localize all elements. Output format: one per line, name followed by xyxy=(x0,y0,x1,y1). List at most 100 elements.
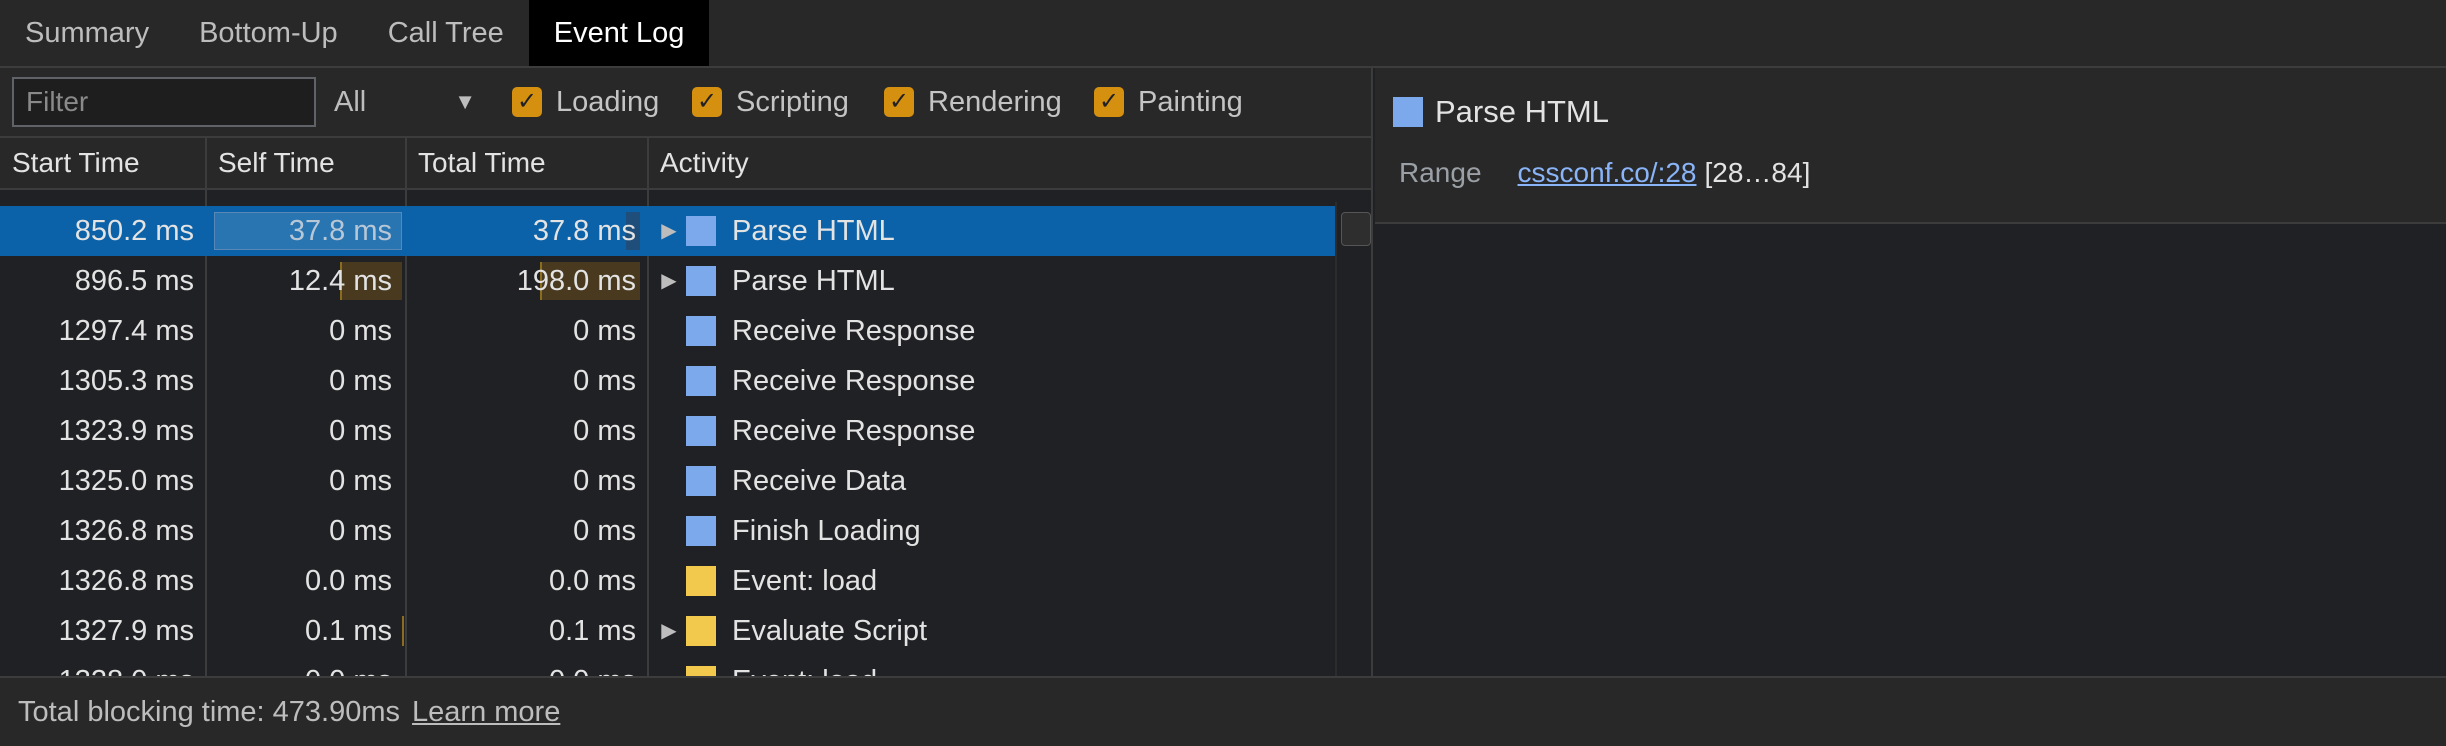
total-time-cell: 0 ms xyxy=(573,315,636,347)
checkbox-label: Scripting xyxy=(736,85,849,118)
activity-label: Receive Response xyxy=(732,315,976,347)
category-select-value: All xyxy=(334,86,367,118)
category-swatch-icon xyxy=(686,466,716,496)
source-link[interactable]: cssconf.co/:28 xyxy=(1518,157,1697,189)
expand-triangle-icon[interactable]: ▶ xyxy=(652,606,686,656)
tab-event-log[interactable]: Event Log xyxy=(528,0,710,66)
learn-more-link[interactable]: Learn more xyxy=(412,696,560,729)
start-time-cell: 1328.0 ms xyxy=(0,656,194,676)
activity-label: Parse HTML xyxy=(732,265,895,297)
category-swatch-icon xyxy=(1393,97,1423,127)
table-row[interactable]: 1326.8 ms 0 ms 0 ms ▶Finish Loading xyxy=(0,506,1335,556)
scrollbar-thumb[interactable] xyxy=(1341,212,1371,246)
category-swatch-icon xyxy=(686,366,716,396)
activity-cell: ▶Receive Response xyxy=(652,306,1332,356)
table-row[interactable]: 896.5 ms 12.4 ms 198.0 ms ▶ Parse HTML xyxy=(0,256,1335,306)
self-time-cell: 12.4 ms xyxy=(288,265,392,297)
checkbox-scripting[interactable]: ✓ Scripting xyxy=(692,77,849,127)
details-title: Parse HTML xyxy=(1393,86,1609,138)
start-time-cell: 896.5 ms xyxy=(74,265,194,297)
column-self-time[interactable]: Self Time xyxy=(206,138,335,188)
category-swatch-icon xyxy=(686,266,716,296)
checkmark-icon: ✓ xyxy=(512,87,542,117)
category-swatch-icon xyxy=(686,616,716,646)
self-time-cell: 0.0 ms xyxy=(304,565,392,597)
category-swatch-icon xyxy=(686,566,716,596)
start-time-cell: 1326.8 ms xyxy=(58,515,194,547)
start-time-cell: 1327.9 ms xyxy=(58,615,194,647)
self-time-cell: 37.8 ms xyxy=(288,215,392,247)
self-time-cell: 0 ms xyxy=(329,515,392,547)
activity-label: Event: load xyxy=(732,565,878,597)
table-row[interactable]: 1297.4 ms 0 ms 0 ms ▶Receive Response xyxy=(0,306,1335,356)
details-range: Range cssconf.co/:28 [28…84] xyxy=(1399,148,1810,198)
activity-cell: ▶ Evaluate Script xyxy=(652,606,1332,656)
table-row[interactable]: 1327.9 ms 0.1 ms 0.1 ms ▶ Evaluate Script xyxy=(0,606,1335,656)
activity-cell: ▶Finish Loading xyxy=(652,506,1332,556)
expand-triangle-icon[interactable]: ▶ xyxy=(652,256,686,306)
activity-cell: ▶Receive Data xyxy=(652,456,1332,506)
tab-summary[interactable]: Summary xyxy=(0,0,174,66)
self-time-cell: 0.1 ms xyxy=(304,615,392,647)
range-lines: [28…84] xyxy=(1704,157,1811,188)
filter-input[interactable] xyxy=(12,77,316,127)
category-swatch-icon xyxy=(686,516,716,546)
start-time-cell: 1323.9 ms xyxy=(58,415,194,447)
activity-cell: ▶Event: load xyxy=(652,556,1332,606)
start-time-cell: 1297.4 ms xyxy=(58,315,194,347)
activity-cell: ▶Event: load xyxy=(652,656,1332,676)
dropdown-arrow-icon: ▼ xyxy=(454,89,476,114)
table-row[interactable]: 1323.9 ms 0 ms 0 ms ▶Receive Response xyxy=(0,406,1335,456)
activity-label: Finish Loading xyxy=(732,515,921,547)
range-label: Range xyxy=(1399,157,1482,188)
tab-bottom-up[interactable]: Bottom-Up xyxy=(174,0,363,66)
checkmark-icon: ✓ xyxy=(1094,87,1124,117)
checkbox-loading[interactable]: ✓ Loading xyxy=(512,77,659,127)
category-swatch-icon xyxy=(686,416,716,446)
total-time-cell: 0 ms xyxy=(573,365,636,397)
details-panel: Parse HTML Range cssconf.co/:28 [28…84] xyxy=(1375,68,2446,676)
event-log-toolbar: All ▼ ✓ Loading ✓ Scripting ✓ Rendering … xyxy=(0,68,1371,136)
scrollbar[interactable] xyxy=(1335,202,1371,676)
self-time-bar xyxy=(402,616,404,646)
self-time-cell: 0 ms xyxy=(329,415,392,447)
activity-label: Receive Data xyxy=(732,465,907,497)
total-time-cell: 0.0 ms xyxy=(548,565,636,597)
activity-cell: ▶Receive Response xyxy=(652,406,1332,456)
checkbox-painting[interactable]: ✓ Painting xyxy=(1094,77,1243,127)
checkbox-label: Painting xyxy=(1138,85,1243,118)
start-time-cell: 1325.0 ms xyxy=(58,465,194,497)
event-log-rows: 850.2 ms 37.8 ms 37.8 ms ▶ Parse HTML 896.5 m… xyxy=(0,202,1335,676)
checkmark-icon: ✓ xyxy=(884,87,914,117)
details-header: Parse HTML Range cssconf.co/:28 [28…84] xyxy=(1375,68,2446,224)
self-time-cell: 0.0 ms xyxy=(206,656,392,676)
column-activity[interactable]: Activity xyxy=(648,138,749,188)
table-row[interactable]: 1326.8 ms 0.0 ms 0.0 ms ▶Event: load xyxy=(0,556,1335,606)
category-select[interactable]: All ▼ xyxy=(334,77,484,127)
details-title-text: Parse HTML xyxy=(1435,94,1609,129)
self-time-cell: 0 ms xyxy=(329,315,392,347)
total-time-cell: 0 ms xyxy=(573,415,636,447)
column-total-time[interactable]: Total Time xyxy=(406,138,546,188)
category-swatch-icon xyxy=(686,666,716,676)
activity-label: Receive Response xyxy=(732,365,976,397)
checkbox-rendering[interactable]: ✓ Rendering xyxy=(884,77,1062,127)
activity-label: Evaluate Script xyxy=(732,615,928,647)
table-row[interactable]: 1328.0 ms 0.0 ms 0.0 ms ▶Event: load xyxy=(0,656,1335,676)
table-row[interactable]: 850.2 ms 37.8 ms 37.8 ms ▶ Parse HTML xyxy=(0,206,1335,256)
total-blocking-time: Total blocking time: 473.90ms xyxy=(18,695,401,728)
tab-call-tree[interactable]: Call Tree xyxy=(363,0,529,66)
category-swatch-icon xyxy=(686,316,716,346)
activity-label: Event: load xyxy=(732,656,877,676)
footer-bar: Total blocking time: 473.90ms Learn more xyxy=(0,676,2446,746)
checkbox-label: Rendering xyxy=(928,85,1062,118)
column-start-time[interactable]: Start Time xyxy=(0,138,140,188)
total-time-cell: 0 ms xyxy=(573,465,636,497)
activity-label: Receive Response xyxy=(732,415,976,447)
total-time-cell: 0.1 ms xyxy=(548,615,636,647)
self-time-cell: 0 ms xyxy=(329,465,392,497)
expand-triangle-icon[interactable]: ▶ xyxy=(652,206,686,256)
table-row[interactable]: 1305.3 ms 0 ms 0 ms ▶Receive Response xyxy=(0,356,1335,406)
start-time-cell: 1326.8 ms xyxy=(58,565,194,597)
table-row[interactable]: 1325.0 ms 0 ms 0 ms ▶Receive Data xyxy=(0,456,1335,506)
